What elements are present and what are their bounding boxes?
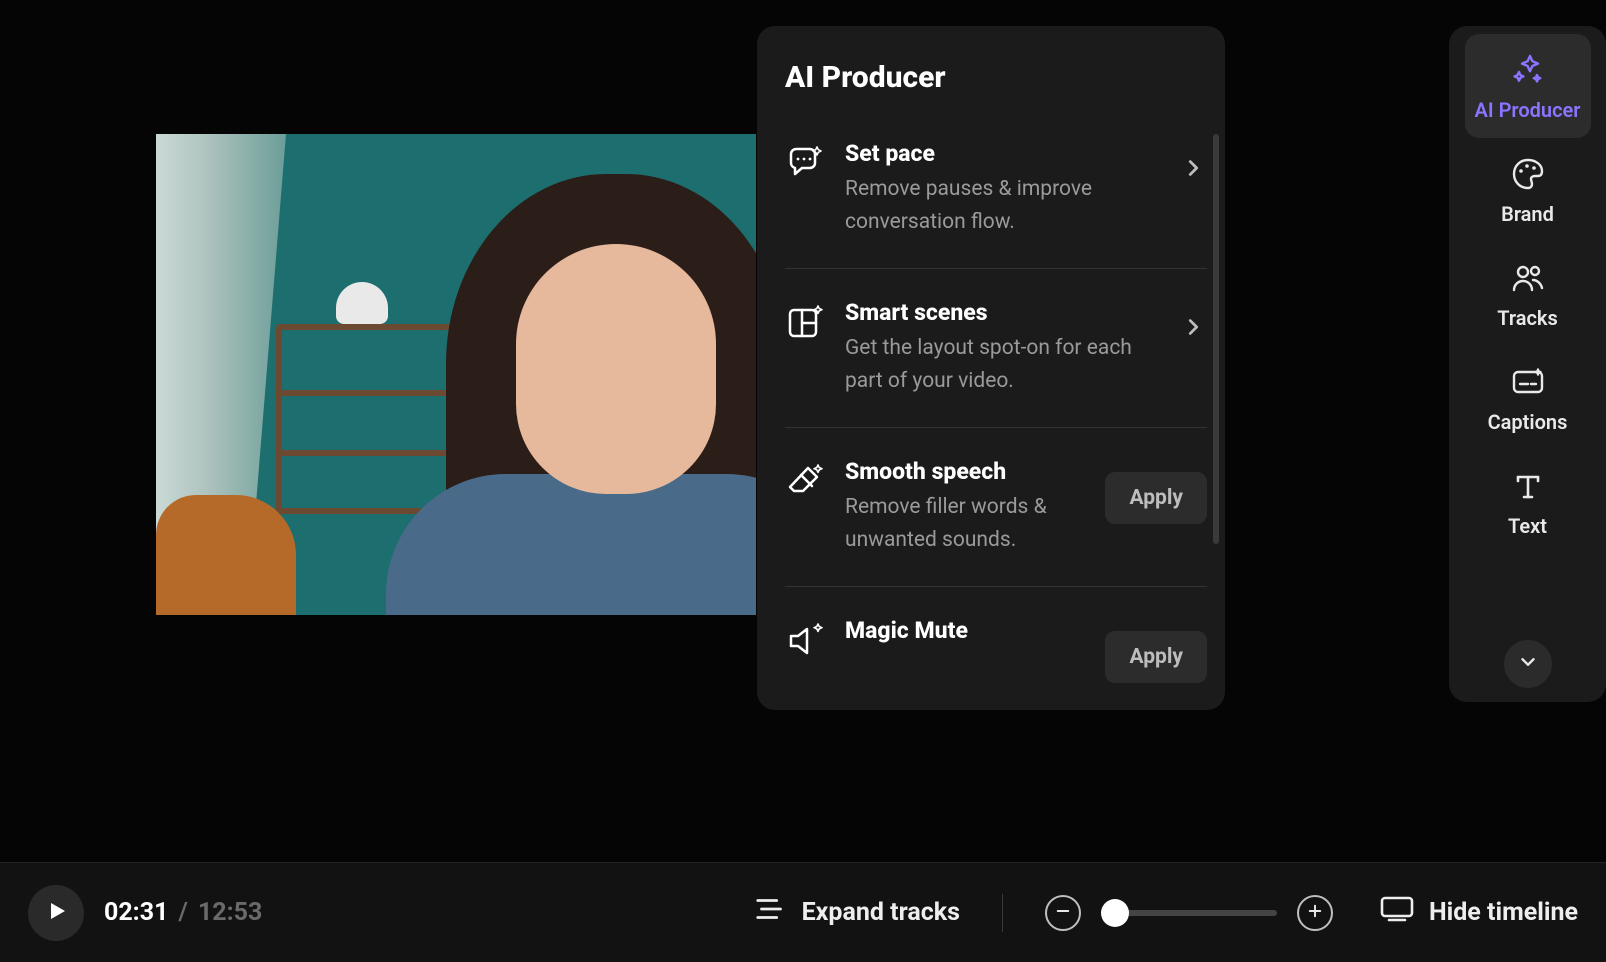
sidebar-item-label: AI Producer (1475, 98, 1581, 122)
hide-timeline-label: Hide timeline (1429, 898, 1578, 927)
preview-person (366, 174, 756, 615)
captions-icon (1510, 364, 1546, 400)
chevron-down-icon (1517, 651, 1539, 677)
panel-item-smooth-speech[interactable]: Smooth speech Remove filler words & unwa… (785, 428, 1207, 587)
panel-item-title: Smooth speech (845, 458, 1085, 485)
timecode: 02:31 / 12:53 (104, 898, 262, 927)
chevron-right-icon[interactable] (1179, 154, 1207, 182)
zoom-controls (1045, 895, 1333, 931)
text-icon (1510, 468, 1546, 504)
chat-sparkle-icon (785, 144, 825, 184)
panel-item-magic-mute[interactable]: Magic Mute Apply (785, 587, 1207, 710)
panel-title: AI Producer (785, 60, 1197, 95)
panel-item-title: Set pace (845, 140, 1159, 167)
divider (1002, 894, 1003, 932)
video-preview-area (0, 0, 756, 730)
ai-producer-panel: AI Producer Set pace Remove pauses & imp (757, 26, 1225, 710)
expand-tracks-label: Expand tracks (802, 898, 960, 927)
sidebar-item-brand[interactable]: Brand (1465, 138, 1591, 242)
sidebar-item-captions[interactable]: Captions (1465, 346, 1591, 450)
panel-item-desc: Remove filler words & unwanted sounds. (845, 491, 1085, 556)
total-time: 12:53 (198, 898, 262, 927)
panel-item-set-pace[interactable]: Set pace Remove pauses & improve convers… (785, 122, 1207, 269)
sidebar-item-text[interactable]: Text (1465, 450, 1591, 554)
mute-sparkle-icon (785, 621, 825, 661)
sidebar-item-label: Brand (1501, 202, 1554, 226)
preview-sofa (156, 495, 296, 615)
sidebar-item-label: Captions (1488, 410, 1568, 434)
play-button[interactable] (28, 885, 84, 941)
chevron-right-icon[interactable] (1179, 313, 1207, 341)
palette-icon (1510, 156, 1546, 192)
sidebar-item-ai-producer[interactable]: AI Producer (1465, 34, 1591, 138)
zoom-out-button[interactable] (1045, 895, 1081, 931)
people-icon (1510, 260, 1546, 296)
panel-item-title: Magic Mute (845, 617, 1085, 644)
panel-scroll[interactable]: Set pace Remove pauses & improve convers… (785, 122, 1207, 710)
zoom-slider-thumb[interactable] (1101, 899, 1129, 927)
tracks-expand-icon (754, 892, 788, 933)
panel-item-smart-scenes[interactable]: Smart scenes Get the layout spot-on for … (785, 269, 1207, 428)
apply-button[interactable]: Apply (1105, 472, 1207, 524)
video-preview[interactable] (156, 134, 756, 615)
panel-item-desc: Get the layout spot-on for each part of … (845, 332, 1159, 397)
panel-scrollbar[interactable] (1213, 134, 1219, 544)
zoom-slider[interactable] (1101, 910, 1277, 916)
layout-sparkle-icon (785, 303, 825, 343)
sparkles-icon (1510, 52, 1546, 88)
sidebar-more-button[interactable] (1504, 640, 1552, 688)
play-icon (44, 899, 68, 927)
expand-tracks-button[interactable]: Expand tracks (754, 892, 960, 933)
time-separator: / (178, 898, 188, 927)
zoom-in-button[interactable] (1297, 895, 1333, 931)
right-sidebar: AI Producer Brand (1449, 26, 1606, 702)
eraser-sparkle-icon (785, 462, 825, 502)
zoom-in-icon (1306, 902, 1324, 924)
transport-bar: 02:31 / 12:53 Expand tracks (0, 862, 1606, 962)
monitor-icon (1379, 895, 1415, 930)
zoom-out-icon (1054, 902, 1072, 924)
current-time: 02:31 (104, 898, 168, 927)
sidebar-item-label: Tracks (1497, 306, 1557, 330)
sidebar-item-tracks[interactable]: Tracks (1465, 242, 1591, 346)
hide-timeline-button[interactable]: Hide timeline (1379, 895, 1578, 930)
sidebar-item-label: Text (1508, 514, 1547, 538)
panel-item-desc: Remove pauses & improve conversation flo… (845, 173, 1159, 238)
apply-button[interactable]: Apply (1105, 631, 1207, 683)
panel-item-title: Smart scenes (845, 299, 1159, 326)
